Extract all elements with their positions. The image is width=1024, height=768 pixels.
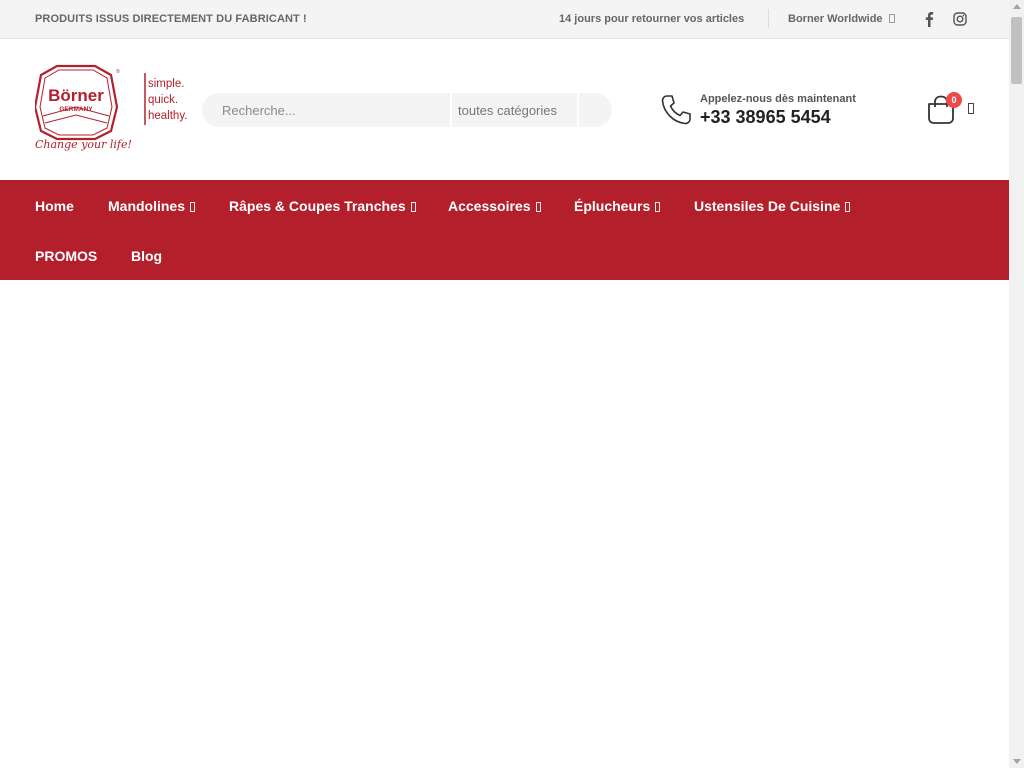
nav-item-promos[interactable]: PROMOS bbox=[35, 248, 97, 264]
search-button[interactable] bbox=[579, 93, 612, 127]
nav-item-label: Mandolines bbox=[108, 198, 186, 214]
logo-tagline-3: healthy. bbox=[148, 110, 187, 122]
promo-text: PRODUITS ISSUS DIRECTEMENT DU FABRICANT … bbox=[35, 13, 307, 25]
chevron-down-icon bbox=[410, 202, 416, 212]
page-scrollbar[interactable] bbox=[1009, 0, 1024, 768]
svg-text:®: ® bbox=[116, 68, 120, 75]
nav-item-label: Éplucheurs bbox=[574, 198, 651, 214]
nav-item-label: PROMOS bbox=[35, 248, 98, 264]
main-navigation: Home Mandolines Râpes & Coupes Tranches … bbox=[0, 180, 1009, 280]
nav-item-label: Râpes & Coupes Tranches bbox=[229, 198, 406, 214]
nav-item-home[interactable]: Home bbox=[35, 198, 74, 214]
search-input[interactable] bbox=[202, 93, 450, 127]
nav-item-label: Blog bbox=[131, 248, 163, 264]
call-label: Appelez-nous dès maintenant bbox=[700, 93, 856, 105]
logo-brand: Börner bbox=[48, 86, 104, 105]
logo-tagline-1: simple. bbox=[148, 78, 184, 90]
nav-item-label: Ustensiles De Cuisine bbox=[694, 198, 841, 214]
main-content bbox=[0, 280, 1009, 768]
top-bar: PRODUITS ISSUS DIRECTEMENT DU FABRICANT … bbox=[0, 0, 1009, 39]
phone-number[interactable]: +33 38965 5454 bbox=[700, 107, 831, 128]
logo-tagline-2: quick. bbox=[148, 94, 178, 106]
search-bar: toutes catégories bbox=[202, 93, 612, 127]
logo-slogan: Change your life! bbox=[35, 138, 132, 151]
chevron-down-icon bbox=[845, 202, 851, 212]
instagram-icon[interactable] bbox=[953, 12, 967, 26]
worldwide-label: Borner Worldwide bbox=[788, 13, 883, 25]
chevron-down-icon[interactable] bbox=[968, 103, 974, 114]
scroll-up-icon[interactable] bbox=[1013, 4, 1021, 9]
nav-item-mandolines[interactable]: Mandolines bbox=[108, 198, 196, 214]
brand-logo[interactable]: Börner GERMANY ® simple. quick. healthy.… bbox=[35, 63, 195, 155]
returns-link[interactable]: 14 jours pour retourner vos articles bbox=[559, 13, 744, 25]
chevron-down-icon bbox=[888, 14, 895, 23]
page: PRODUITS ISSUS DIRECTEMENT DU FABRICANT … bbox=[0, 0, 1009, 768]
nav-item-blog[interactable]: Blog bbox=[131, 248, 162, 264]
logo-country: GERMANY bbox=[59, 106, 93, 113]
nav-item-eplucheurs[interactable]: Éplucheurs bbox=[574, 198, 661, 214]
nav-item-label: Accessoires bbox=[448, 198, 531, 214]
topbar-divider bbox=[768, 9, 769, 28]
search-divider bbox=[450, 93, 452, 127]
scrollbar-thumb[interactable] bbox=[1011, 17, 1022, 84]
category-select[interactable]: toutes catégories bbox=[458, 103, 557, 118]
chevron-down-icon bbox=[655, 202, 661, 212]
nav-item-accessoires[interactable]: Accessoires bbox=[448, 198, 541, 214]
scroll-down-icon[interactable] bbox=[1013, 759, 1021, 764]
nav-item-rapes[interactable]: Râpes & Coupes Tranches bbox=[229, 198, 416, 214]
cart-count-badge: 0 bbox=[946, 92, 962, 108]
facebook-icon[interactable] bbox=[923, 11, 935, 27]
phone-icon bbox=[661, 95, 691, 125]
chevron-down-icon bbox=[190, 202, 196, 212]
chevron-down-icon bbox=[535, 202, 541, 212]
nav-item-label: Home bbox=[35, 198, 74, 214]
worldwide-dropdown[interactable]: Borner Worldwide bbox=[788, 13, 895, 25]
nav-item-ustensiles[interactable]: Ustensiles De Cuisine bbox=[694, 198, 851, 214]
